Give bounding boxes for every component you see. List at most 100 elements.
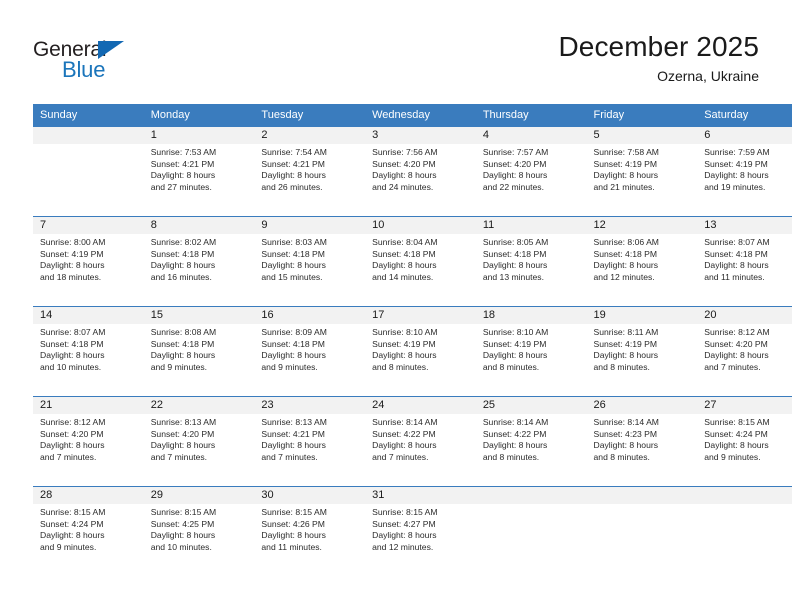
- daylight-text-line2: and 7 minutes.: [704, 361, 761, 372]
- day-cell[interactable]: 6 Sunrise: 7:59 AM Sunset: 4:19 PM Daylight…: [697, 127, 792, 217]
- day-cell[interactable]: 1 Sunrise: 7:53 AM Sunset: 4:21 PM Daylight…: [143, 127, 255, 217]
- day-cell[interactable]: 22 Sunrise: 8:13 AM Sunset: 4:20 PM Dayligh…: [143, 396, 255, 487]
- day-cell[interactable]: 4 Sunrise: 7:57 AM Sunset: 4:20 PM Daylight…: [475, 127, 587, 217]
- daylight-text-line1: Daylight: 8 hours: [261, 170, 326, 181]
- weekday-header-monday: Monday: [143, 104, 255, 127]
- sunrise-text: Sunrise: 7:57 AM: [482, 147, 549, 157]
- day-number: 11: [475, 217, 587, 234]
- sunrise-text: Sunrise: 8:09 AM: [261, 327, 327, 337]
- daylight-text-line2: and 13 minutes.: [482, 271, 544, 282]
- day-number: 23: [254, 397, 366, 414]
- daylight-text-line1: Daylight: 8 hours: [150, 530, 216, 541]
- daylight-text-line2: and 21 minutes.: [593, 181, 655, 192]
- day-number: 5: [586, 127, 698, 144]
- logo-text-blue: Blue: [62, 57, 106, 82]
- daylight-text-line2: and 22 minutes.: [482, 181, 544, 192]
- day-cell[interactable]: 10 Sunrise: 8:04 AM Sunset: 4:18 PM Dayligh…: [365, 216, 476, 307]
- week-row: 21 Sunrise: 8:12 AM Sunset: 4:20 PM Dayligh…: [33, 396, 792, 487]
- sunset-text: Sunset: 4:19 PM: [40, 248, 104, 259]
- day-cell[interactable]: [697, 486, 792, 576]
- day-cell[interactable]: 21 Sunrise: 8:12 AM Sunset: 4:20 PM Dayligh…: [33, 396, 144, 487]
- day-cell[interactable]: [586, 486, 698, 576]
- daylight-text-line2: and 16 minutes.: [150, 271, 212, 282]
- day-cell[interactable]: 27 Sunrise: 8:15 AM Sunset: 4:24 PM Dayligh…: [697, 396, 792, 487]
- day-number: 10: [365, 217, 476, 234]
- day-cell[interactable]: 11 Sunrise: 8:05 AM Sunset: 4:18 PM Dayligh…: [475, 216, 587, 307]
- day-cell[interactable]: 9 Sunrise: 8:03 AM Sunset: 4:18 PM Daylight…: [254, 216, 366, 307]
- daylight-text-line2: and 7 minutes.: [40, 451, 97, 462]
- day-cell[interactable]: [33, 127, 144, 217]
- day-cell[interactable]: 30 Sunrise: 8:15 AM Sunset: 4:26 PM Dayligh…: [254, 486, 366, 576]
- day-cell[interactable]: 13 Sunrise: 8:07 AM Sunset: 4:18 PM Dayligh…: [697, 216, 792, 307]
- sunset-text: Sunset: 4:22 PM: [372, 428, 436, 439]
- day-cell[interactable]: 5 Sunrise: 7:58 AM Sunset: 4:19 PM Daylight…: [586, 127, 698, 217]
- sunset-text: Sunset: 4:19 PM: [593, 338, 658, 349]
- sunset-text: Sunset: 4:24 PM: [40, 518, 104, 529]
- general-blue-logo[interactable]: General Blue: [33, 39, 173, 87]
- daylight-text-line2: and 15 minutes.: [261, 271, 323, 282]
- daylight-text-line1: Daylight: 8 hours: [40, 350, 105, 361]
- sunrise-text: Sunrise: 8:11 AM: [593, 327, 659, 337]
- day-cell[interactable]: 25 Sunrise: 8:14 AM Sunset: 4:22 PM Dayligh…: [475, 396, 587, 487]
- calendar-body: 1 Sunrise: 7:53 AM Sunset: 4:21 PM Daylight…: [33, 127, 792, 576]
- daylight-text-line2: and 12 minutes.: [372, 541, 434, 552]
- day-cell[interactable]: 17 Sunrise: 8:10 AM Sunset: 4:19 PM Dayligh…: [365, 306, 476, 397]
- day-cell[interactable]: 12 Sunrise: 8:06 AM Sunset: 4:18 PM Dayligh…: [586, 216, 698, 307]
- sunset-text: Sunset: 4:20 PM: [482, 158, 547, 169]
- day-number: 8: [143, 217, 255, 234]
- day-cell[interactable]: 23 Sunrise: 8:13 AM Sunset: 4:21 PM Dayligh…: [254, 396, 366, 487]
- day-cell[interactable]: 14 Sunrise: 8:07 AM Sunset: 4:18 PM Dayligh…: [33, 306, 144, 397]
- daylight-text-line1: Daylight: 8 hours: [593, 260, 659, 271]
- day-cell[interactable]: 31 Sunrise: 8:15 AM Sunset: 4:27 PM Dayligh…: [365, 486, 476, 576]
- sunset-text: Sunset: 4:22 PM: [482, 428, 547, 439]
- day-cell[interactable]: 3 Sunrise: 7:56 AM Sunset: 4:20 PM Daylight…: [365, 127, 476, 217]
- day-cell[interactable]: 29 Sunrise: 8:15 AM Sunset: 4:25 PM Dayligh…: [143, 486, 255, 576]
- day-cell[interactable]: 24 Sunrise: 8:14 AM Sunset: 4:22 PM Dayligh…: [365, 396, 476, 487]
- daylight-text-line1: Daylight: 8 hours: [482, 260, 548, 271]
- daylight-text-line2: and 24 minutes.: [372, 181, 434, 192]
- sunrise-text: Sunrise: 8:14 AM: [372, 417, 438, 427]
- day-cell[interactable]: [475, 486, 587, 576]
- sunrise-text: Sunrise: 8:13 AM: [150, 417, 217, 427]
- daylight-text-line1: Daylight: 8 hours: [372, 530, 437, 541]
- day-number: [697, 487, 792, 504]
- daylight-text-line1: Daylight: 8 hours: [150, 260, 216, 271]
- day-cell[interactable]: 16 Sunrise: 8:09 AM Sunset: 4:18 PM Dayligh…: [254, 306, 366, 397]
- weekday-header-saturday: Saturday: [697, 104, 792, 127]
- daylight-text-line2: and 19 minutes.: [704, 181, 766, 192]
- day-cell[interactable]: 2 Sunrise: 7:54 AM Sunset: 4:21 PM Daylight…: [254, 127, 366, 217]
- daylight-text-line2: and 7 minutes.: [372, 451, 429, 462]
- sunset-text: Sunset: 4:19 PM: [593, 158, 658, 169]
- daylight-text-line2: and 8 minutes.: [482, 451, 540, 462]
- day-cell[interactable]: 7 Sunrise: 8:00 AM Sunset: 4:19 PM Daylight…: [33, 216, 144, 307]
- daylight-text-line1: Daylight: 8 hours: [593, 170, 659, 181]
- day-number: 26: [586, 397, 698, 414]
- daylight-text-line2: and 7 minutes.: [261, 451, 318, 462]
- day-number: 9: [254, 217, 366, 234]
- daylight-text-line2: and 9 minutes.: [261, 361, 318, 372]
- daylight-text-line1: Daylight: 8 hours: [40, 260, 105, 271]
- day-cell[interactable]: 28 Sunrise: 8:15 AM Sunset: 4:24 PM Dayligh…: [33, 486, 144, 576]
- day-number: 4: [475, 127, 587, 144]
- sunrise-text: Sunrise: 8:07 AM: [704, 237, 770, 247]
- daylight-text-line2: and 8 minutes.: [593, 451, 650, 462]
- day-cell[interactable]: 20 Sunrise: 8:12 AM Sunset: 4:20 PM Dayligh…: [697, 306, 792, 397]
- daylight-text-line1: Daylight: 8 hours: [704, 440, 769, 451]
- day-number: 20: [697, 307, 792, 324]
- daylight-text-line2: and 8 minutes.: [482, 361, 540, 372]
- day-cell[interactable]: 26 Sunrise: 8:14 AM Sunset: 4:23 PM Dayligh…: [586, 396, 698, 487]
- sunset-text: Sunset: 4:18 PM: [40, 338, 104, 349]
- daylight-text-line1: Daylight: 8 hours: [704, 170, 769, 181]
- day-number: [33, 127, 144, 144]
- daylight-text-line1: Daylight: 8 hours: [40, 530, 105, 541]
- day-number: 1: [143, 127, 255, 144]
- daylight-text-line2: and 8 minutes.: [593, 361, 650, 372]
- day-cell[interactable]: 18 Sunrise: 8:10 AM Sunset: 4:19 PM Dayligh…: [475, 306, 587, 397]
- day-cell[interactable]: 15 Sunrise: 8:08 AM Sunset: 4:18 PM Dayligh…: [143, 306, 255, 397]
- day-cell[interactable]: 8 Sunrise: 8:02 AM Sunset: 4:18 PM Daylight…: [143, 216, 255, 307]
- day-cell[interactable]: 19 Sunrise: 8:11 AM Sunset: 4:19 PM Dayligh…: [586, 306, 698, 397]
- daylight-text-line2: and 26 minutes.: [261, 181, 323, 192]
- sunrise-text: Sunrise: 8:12 AM: [40, 417, 106, 427]
- daylight-text-line2: and 12 minutes.: [593, 271, 655, 282]
- week-row: 1 Sunrise: 7:53 AM Sunset: 4:21 PM Daylight…: [33, 127, 792, 217]
